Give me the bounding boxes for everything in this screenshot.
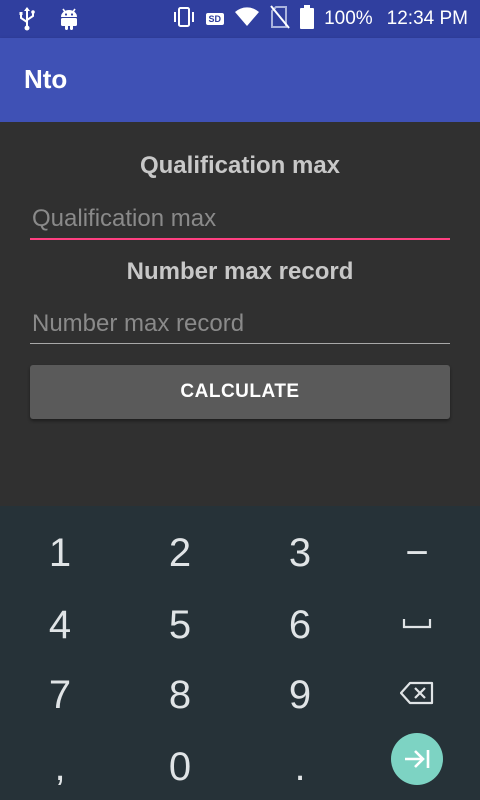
key-enter[interactable]: [357, 728, 477, 790]
key-2[interactable]: 2: [120, 522, 240, 584]
key-0[interactable]: 0: [120, 736, 240, 798]
key-space[interactable]: [357, 594, 477, 656]
key-1[interactable]: 1: [0, 522, 120, 584]
key-9[interactable]: 9: [240, 664, 360, 726]
key-5[interactable]: 5: [120, 594, 240, 656]
qualification-label: Qualification max: [139, 152, 341, 179]
space-key-icon: [402, 616, 432, 635]
usb-icon: [18, 7, 36, 36]
key-minus[interactable]: −: [357, 522, 477, 584]
key-4[interactable]: 4: [0, 594, 120, 656]
vibrate-icon: [172, 6, 196, 33]
key-backspace[interactable]: [357, 664, 477, 726]
calculate-button[interactable]: CALCULATE: [30, 365, 450, 419]
record-label: Number max record: [126, 258, 354, 285]
wifi-icon: [234, 6, 260, 32]
numeric-keyboard: 1 2 3 − 4 5 6 7 8 9 , 0 .: [0, 506, 480, 800]
battery-percentage: 100%: [324, 8, 373, 29]
key-3[interactable]: 3: [240, 522, 360, 584]
android-icon: [58, 7, 80, 36]
battery-icon: [300, 4, 315, 34]
status-bar: SD 100% 12:34 PM: [0, 0, 480, 38]
backspace-icon: [399, 681, 434, 710]
key-6[interactable]: 6: [240, 594, 360, 656]
app-bar: Nto: [0, 38, 480, 122]
key-period[interactable]: .: [240, 736, 360, 798]
no-sim-icon: [270, 4, 290, 34]
enter-tab-icon: [391, 733, 443, 785]
key-comma[interactable]: ,: [0, 736, 120, 798]
sd-card-icon: SD: [205, 13, 225, 25]
record-input[interactable]: [30, 304, 450, 344]
app-title: Nto: [24, 64, 68, 94]
key-7[interactable]: 7: [0, 664, 120, 726]
main-content: Qualification max Number max record CALC…: [0, 122, 480, 506]
clock: 12:34 PM: [386, 8, 468, 29]
qualification-input[interactable]: [30, 200, 450, 240]
status-bar-right: SD 100% 12:34 PM: [172, 0, 468, 38]
key-8[interactable]: 8: [120, 664, 240, 726]
status-bar-left: [18, 7, 80, 36]
